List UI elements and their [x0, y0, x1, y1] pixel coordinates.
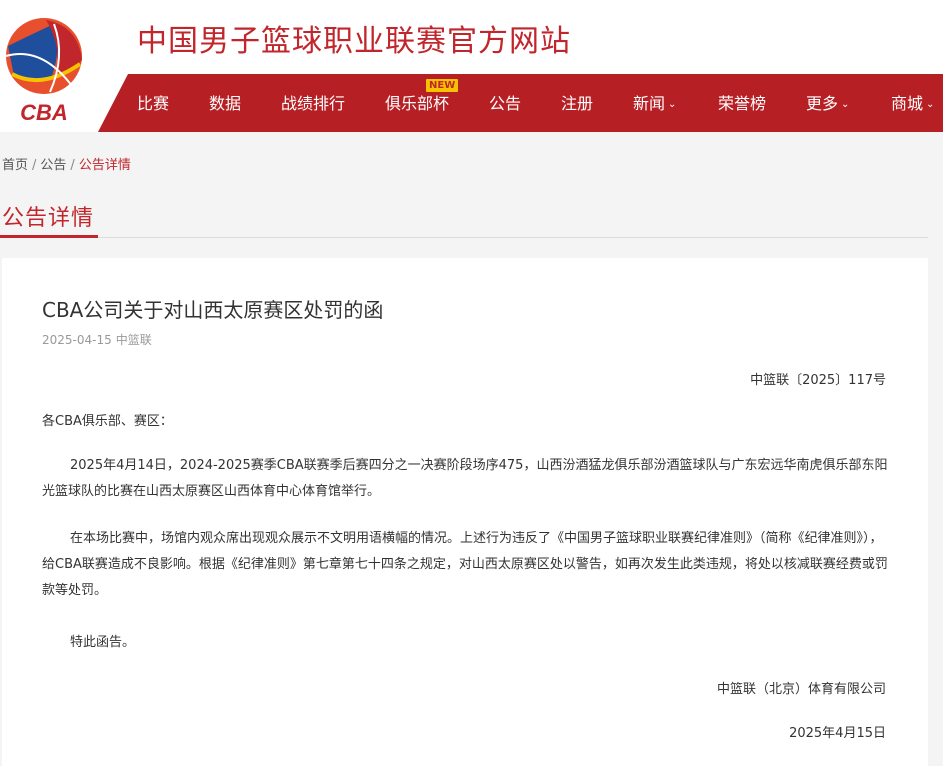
article-meta: 2025-04-15 中篮联 — [42, 331, 152, 348]
article-paragraph: 在本场比赛中，场馆内观众席出现观众展示不文明用语横幅的情况。上述行为违反了《中国… — [42, 531, 888, 598]
article-salutation: 各CBA俱乐部、赛区： — [42, 414, 173, 429]
article-date: 2025-04-15 — [42, 333, 112, 347]
section-title: 公告详情 — [2, 206, 95, 231]
nav-item-shop[interactable]: 商城 ⌄ — [891, 74, 934, 132]
nav-item-standings[interactable]: 战绩排行 — [281, 74, 345, 132]
article-sign-date: 2025年4月15日 — [789, 726, 886, 741]
section-divider — [0, 237, 928, 238]
breadcrumb-current: 公告详情 — [78, 158, 131, 173]
article-card: CBA公司关于对山西太原赛区处罚的函 2025-04-15 中篮联 中篮联〔202… — [2, 258, 928, 766]
breadcrumb: 首页 / 公告 / 公告详情 — [2, 154, 131, 173]
nav-item-news[interactable]: 新闻 ⌄ — [633, 74, 676, 132]
breadcrumb-separator: / — [70, 158, 75, 173]
breadcrumb-home[interactable]: 首页 — [2, 158, 28, 173]
nav-item-more[interactable]: 更多 ⌄ — [806, 74, 849, 132]
chevron-down-icon: ⌄ — [668, 99, 677, 110]
new-badge: NEW — [426, 79, 459, 92]
nav-item-register[interactable]: 注册 — [561, 74, 593, 132]
nav-item-announcements[interactable]: 公告 — [489, 74, 521, 132]
article-title: CBA公司关于对山西太原赛区处罚的函 — [42, 298, 384, 322]
chevron-down-icon: ⌄ — [841, 99, 850, 110]
site-title: 中国男子篮球职业联赛官方网站 — [137, 24, 571, 59]
article-paragraph: 2025年4月14日，2024-2025赛季CBA联赛季后赛四分之一决赛阶段场序… — [42, 458, 888, 499]
nav-item-honors[interactable]: 荣誉榜 — [718, 74, 766, 132]
nav-item-stats[interactable]: 数据 — [209, 74, 241, 132]
cba-logo[interactable]: CBA — [2, 16, 86, 125]
nav-item-matches[interactable]: 比赛 — [137, 74, 169, 132]
document-number: 中篮联〔2025〕117号 — [750, 373, 886, 388]
chevron-down-icon: ⌄ — [926, 99, 935, 110]
article-source: 中篮联 — [115, 333, 152, 347]
breadcrumb-parent[interactable]: 公告 — [40, 158, 66, 173]
article-signature: 中篮联（北京）体育有限公司 — [716, 682, 886, 697]
logo-text: CBA — [20, 100, 68, 124]
nav-wedge-decoration — [98, 74, 128, 132]
section-underline — [0, 235, 98, 238]
article-paragraph: 特此函告。 — [70, 635, 136, 650]
breadcrumb-separator: / — [32, 158, 37, 173]
